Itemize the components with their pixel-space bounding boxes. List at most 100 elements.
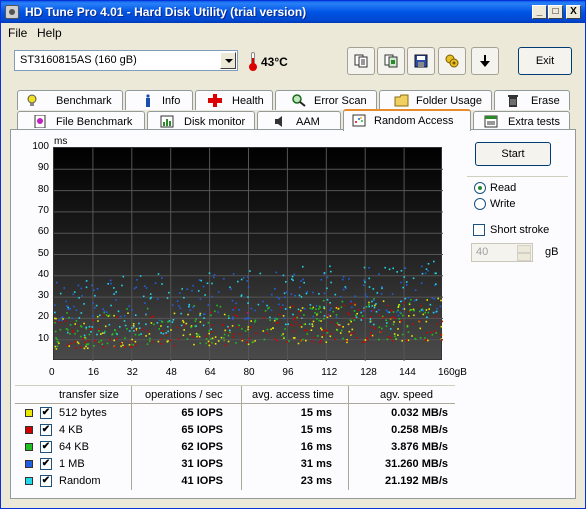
scatter-point xyxy=(191,289,193,292)
x-tick-label: 32 xyxy=(126,367,138,378)
maximize-button[interactable]: □ xyxy=(548,5,563,19)
save-icon xyxy=(414,54,428,68)
scatter-point xyxy=(102,308,104,310)
spin-down-icon[interactable] xyxy=(517,253,531,261)
scatter-point xyxy=(84,337,87,340)
options-button[interactable] xyxy=(438,47,466,75)
scatter-point xyxy=(128,344,131,346)
scatter-point xyxy=(344,286,347,288)
scatter-point xyxy=(400,320,403,322)
scatter-point xyxy=(227,340,230,343)
scatter-point xyxy=(400,270,403,272)
tab-benchmark[interactable]: Benchmark xyxy=(17,90,123,110)
scatter-point xyxy=(211,282,213,285)
scatter-point xyxy=(388,268,391,271)
scatter-point xyxy=(323,307,326,310)
scatter-point xyxy=(254,340,256,342)
tab-folder-usage[interactable]: Folder Usage xyxy=(379,90,492,110)
row-checkbox[interactable]: ✔ xyxy=(40,441,52,453)
scatter-point xyxy=(386,311,389,313)
scatter-point xyxy=(276,339,278,342)
scatter-point xyxy=(371,305,374,307)
write-radio[interactable] xyxy=(474,198,486,210)
scatter-point xyxy=(190,326,192,329)
copy-screenshot-button[interactable] xyxy=(377,47,405,75)
scatter-point xyxy=(371,300,373,303)
scatter-point xyxy=(356,337,358,339)
tab-extra-tests[interactable]: Extra tests xyxy=(473,111,570,131)
scatter-point xyxy=(342,326,344,328)
row-checkbox[interactable]: ✔ xyxy=(40,475,52,487)
scatter-point xyxy=(397,328,399,330)
scatter-point xyxy=(379,331,382,333)
save-button[interactable] xyxy=(407,47,435,75)
tab-random-access[interactable]: Random Access xyxy=(343,109,471,131)
scatter-point xyxy=(138,327,141,329)
menu-help[interactable]: Help xyxy=(37,26,62,40)
scatter-point xyxy=(93,289,95,291)
scatter-point xyxy=(369,318,372,320)
scatter-point xyxy=(85,326,88,329)
read-radio[interactable] xyxy=(474,182,486,194)
minimize-button[interactable]: _ xyxy=(532,5,547,19)
menu-file[interactable]: File xyxy=(8,26,27,40)
scatter-point xyxy=(353,317,356,319)
scatter-point xyxy=(83,303,85,305)
scatter-point xyxy=(214,310,216,313)
tab-label: Health xyxy=(232,95,264,107)
scatter-point xyxy=(288,340,290,342)
row-checkbox[interactable]: ✔ xyxy=(40,407,52,419)
header-speed: agv. speed xyxy=(380,389,434,401)
scatter-point xyxy=(244,330,247,332)
scatter-point xyxy=(195,318,197,320)
short-stroke-label: Short stroke xyxy=(490,224,550,236)
scatter-point xyxy=(346,341,348,344)
scatter-point xyxy=(392,315,394,318)
title-bar[interactable]: HD Tune Pro 4.01 - Hard Disk Utility (tr… xyxy=(1,1,585,23)
tab-erase[interactable]: Erase xyxy=(494,90,570,110)
tab-error-scan[interactable]: Error Scan xyxy=(275,90,377,110)
scatter-point xyxy=(371,326,373,328)
scatter-point xyxy=(150,316,153,319)
scatter-point xyxy=(54,311,56,314)
scatter-point xyxy=(255,332,257,335)
scatter-point xyxy=(131,309,133,311)
tab-disk-monitor[interactable]: Disk monitor xyxy=(147,111,255,131)
scatter-point xyxy=(78,317,81,319)
scatter-point xyxy=(100,333,102,335)
scatter-point xyxy=(314,312,316,314)
scatter-point xyxy=(108,314,111,317)
scatter-point xyxy=(85,280,88,282)
y-tick-label: 50 xyxy=(37,247,49,259)
start-button[interactable]: Start xyxy=(475,142,551,166)
short-stroke-spinner[interactable]: 40 xyxy=(471,243,533,262)
scatter-point xyxy=(179,292,181,294)
spin-up-icon[interactable] xyxy=(517,245,531,253)
scatter-point xyxy=(426,299,428,301)
drive-select[interactable]: ST3160815AS (160 gB) xyxy=(14,50,238,71)
tab-file-benchmark[interactable]: File Benchmark xyxy=(17,111,145,131)
avg-speed: 0.032 MB/s xyxy=(391,407,448,419)
scatter-point xyxy=(72,331,74,333)
chevron-down-icon[interactable] xyxy=(220,52,236,69)
download-button[interactable] xyxy=(471,47,499,75)
scatter-point xyxy=(119,326,121,328)
copy-text-button[interactable] xyxy=(347,47,375,75)
scatter-point xyxy=(96,333,98,336)
scatter-point xyxy=(404,267,407,269)
tab-health[interactable]: Health xyxy=(195,90,273,110)
close-button[interactable]: X xyxy=(566,5,581,19)
short-stroke-checkbox[interactable] xyxy=(473,224,485,236)
tab-aam[interactable]: AAM xyxy=(257,111,341,131)
scatter-point xyxy=(302,278,304,281)
scatter-point xyxy=(134,340,137,343)
scatter-point xyxy=(54,321,56,324)
row-checkbox[interactable]: ✔ xyxy=(40,424,52,436)
exit-button[interactable]: Exit xyxy=(518,47,572,75)
row-checkbox[interactable]: ✔ xyxy=(40,458,52,470)
tab-info[interactable]: Info xyxy=(125,90,193,110)
scatter-point xyxy=(169,339,172,342)
scatter-point xyxy=(144,302,146,304)
scatter-point xyxy=(207,304,210,306)
scatter-point xyxy=(410,308,413,311)
